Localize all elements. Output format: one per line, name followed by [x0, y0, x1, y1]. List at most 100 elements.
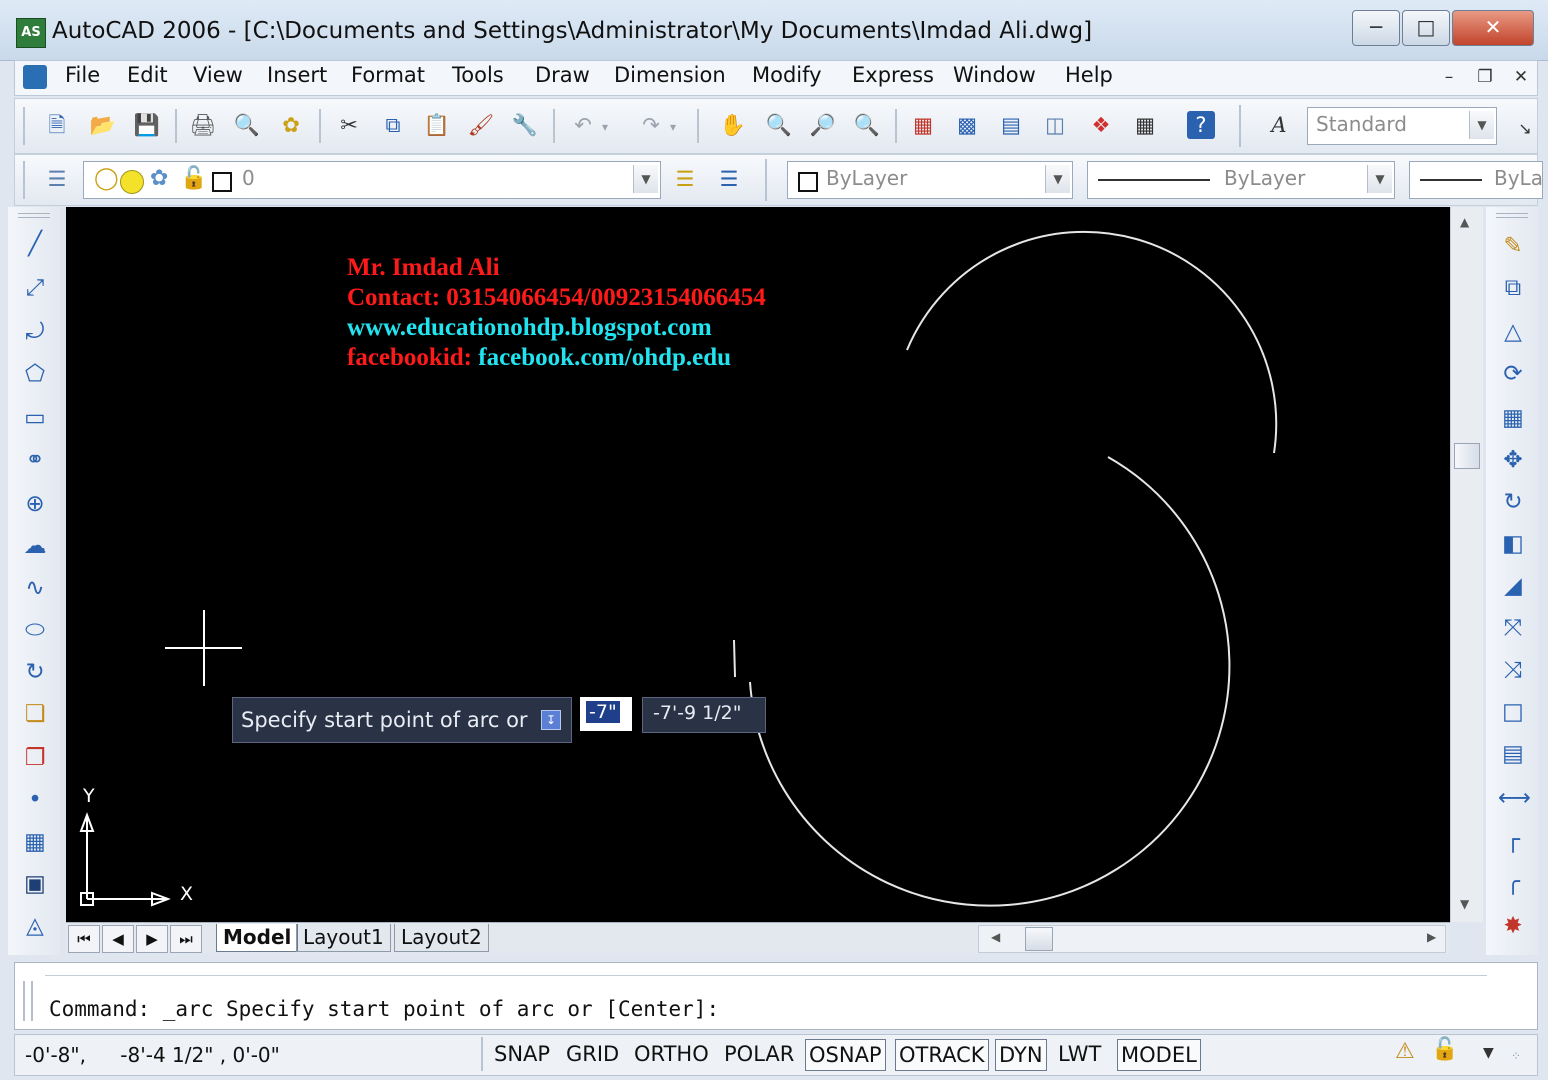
document-control-icon[interactable] [23, 65, 47, 89]
menu-dimension[interactable]: Dimension [614, 63, 726, 87]
resize-grip-icon[interactable]: ⁘ [1511, 1049, 1521, 1063]
markup-icon[interactable]: ❖ [1087, 111, 1115, 139]
chevron-down-icon[interactable]: ▼ [1367, 165, 1392, 193]
point-icon[interactable]: • [20, 785, 50, 815]
menu-insert[interactable]: Insert [267, 63, 327, 87]
status-menu-arrow-icon[interactable]: ▼ [1483, 1045, 1494, 1061]
tab-layout1[interactable]: Layout1 [296, 924, 391, 952]
menu-modify[interactable]: Modify [752, 63, 822, 87]
communication-center-icon[interactable]: ⚠ [1395, 1039, 1415, 1064]
model-toggle[interactable]: MODEL [1117, 1039, 1201, 1071]
dim-style-icon[interactable]: ↘ [1511, 115, 1539, 143]
drawing-area[interactable]: X Y Mr. Imdad Ali Contact: 03154066454/0… [66, 207, 1450, 922]
menu-help[interactable]: Help [1065, 63, 1113, 87]
dynamic-input-y-field[interactable]: -7'-9 1/2" [642, 697, 766, 733]
make-object-layer-current-icon[interactable]: ☰ [671, 165, 699, 193]
polar-toggle[interactable]: POLAR [721, 1039, 797, 1069]
grid-toggle[interactable]: GRID [563, 1039, 622, 1069]
array-icon[interactable]: ▦ [1498, 403, 1528, 433]
insert-block-icon[interactable]: ❏ [20, 699, 50, 729]
stretch-icon[interactable]: ◢ [1498, 571, 1528, 601]
spline-icon[interactable]: ∿ [20, 573, 50, 603]
toolbar-lock-icon[interactable]: 🔓 [1431, 1037, 1458, 1062]
scale-icon[interactable]: ◧ [1498, 529, 1528, 559]
text-style-icon[interactable]: A [1265, 111, 1293, 139]
lwt-toggle[interactable]: LWT [1055, 1039, 1104, 1069]
close-window-button[interactable]: ✕ [1452, 10, 1534, 46]
menu-file[interactable]: File [65, 63, 100, 87]
menu-tools[interactable]: Tools [452, 63, 504, 87]
command-grip[interactable] [23, 981, 33, 1021]
tab-model[interactable]: Model [216, 924, 299, 952]
paste-icon[interactable]: 📋 [423, 111, 451, 139]
otrack-toggle[interactable]: OTRACK [895, 1039, 989, 1071]
maximize-window-button[interactable]: □ [1402, 10, 1450, 46]
tool-palettes-icon[interactable]: ▤ [997, 111, 1025, 139]
plot-preview-icon[interactable]: 🔍 [233, 111, 261, 139]
chevron-down-icon[interactable]: ▼ [1469, 111, 1494, 139]
zoom-window-icon[interactable]: 🔎 [809, 111, 837, 139]
trim-icon[interactable]: ⤧ [1498, 613, 1528, 643]
scroll-left-arrow-icon[interactable]: ◀ [991, 930, 1000, 944]
layer-lock-icon[interactable]: 🔓 [180, 166, 207, 191]
chamfer-icon[interactable]: ┌ [1498, 825, 1528, 855]
ortho-toggle[interactable]: ORTHO [631, 1039, 712, 1069]
publish-icon[interactable]: ✿ [277, 111, 305, 139]
redo-icon[interactable]: ↷ [637, 111, 665, 139]
make-block-icon[interactable]: ❐ [20, 743, 50, 773]
polygon-icon[interactable]: ⬠ [20, 359, 50, 389]
menu-express[interactable]: Express [852, 63, 934, 87]
plot-icon[interactable]: 🖨 [189, 111, 217, 139]
quickcalc-icon[interactable]: ▦ [1131, 111, 1159, 139]
ellipse-icon[interactable]: ⬭ [20, 615, 50, 645]
circle-icon[interactable]: ⊕ [20, 489, 50, 519]
pan-icon[interactable]: ✋ [719, 111, 747, 139]
chevron-down-icon[interactable]: ▼ [633, 165, 658, 193]
ellipse-arc-icon[interactable]: ↻ [20, 657, 50, 687]
region-icon[interactable]: ◬ [20, 911, 50, 941]
line-icon[interactable]: ╱ [20, 229, 50, 259]
menu-format[interactable]: Format [351, 63, 425, 87]
scroll-right-arrow-icon[interactable]: ▶ [1427, 930, 1436, 944]
scroll-up-arrow-icon[interactable]: ▲ [1460, 215, 1469, 229]
dyn-toggle[interactable]: DYN [995, 1039, 1047, 1071]
text-style-combo[interactable]: Standard ▼ [1307, 107, 1497, 145]
break-at-point-icon[interactable]: □ [1498, 697, 1528, 727]
layer-combo[interactable]: ◯ ✿ 🔓 0 ▼ [83, 161, 661, 199]
zoom-previous-icon[interactable]: 🔍 [853, 111, 881, 139]
layer-previous-icon[interactable]: ☰ [715, 165, 743, 193]
copy-icon[interactable]: ⧉ [379, 111, 407, 139]
dynamic-input-x-field[interactable]: -7" [580, 697, 632, 731]
mirror-icon[interactable]: △ [1498, 317, 1528, 347]
match-properties-icon[interactable]: 🖌 [467, 111, 495, 139]
horizontal-scrollbar[interactable]: ◀ ▶ [978, 925, 1446, 953]
document-close-button[interactable]: ✕ [1507, 64, 1535, 90]
move-icon[interactable]: ✥ [1498, 445, 1528, 475]
command-window[interactable]: Command: _arc Specify start point of arc… [14, 962, 1538, 1030]
layer-thaw-icon[interactable] [120, 170, 144, 194]
last-tab-icon[interactable]: ⏭ [170, 925, 202, 953]
new-icon[interactable]: 🗎 [43, 111, 71, 139]
zoom-realtime-icon[interactable]: 🔍 [765, 111, 793, 139]
chevron-down-icon[interactable]: ▼ [1045, 165, 1070, 193]
autocad-app-icon[interactable]: AS [16, 18, 46, 48]
design-center-icon[interactable]: ▩ [953, 111, 981, 139]
save-icon[interactable]: 💾 [133, 111, 161, 139]
vertical-scroll-thumb[interactable] [1454, 443, 1480, 469]
tab-layout2[interactable]: Layout2 [394, 924, 489, 952]
block-editor-icon[interactable]: 🔧 [511, 111, 539, 139]
construction-line-icon[interactable]: ⤢ [20, 273, 50, 303]
next-tab-icon[interactable]: ▶ [136, 925, 168, 953]
undo-icon[interactable]: ↶ [569, 111, 597, 139]
document-restore-button[interactable]: ❐ [1471, 64, 1499, 90]
upper-arc[interactable] [906, 230, 1278, 454]
cut-icon[interactable]: ✂ [335, 111, 363, 139]
open-icon[interactable]: 📂 [89, 111, 117, 139]
redo-dropdown-icon[interactable]: ▾ [665, 113, 681, 141]
gradient-icon[interactable]: ▣ [20, 869, 50, 899]
menu-view[interactable]: View [193, 63, 243, 87]
help-icon[interactable]: ? [1187, 111, 1215, 139]
snap-toggle[interactable]: SNAP [491, 1039, 553, 1069]
menu-draw[interactable]: Draw [535, 63, 590, 87]
previous-tab-icon[interactable]: ◀ [102, 925, 134, 953]
